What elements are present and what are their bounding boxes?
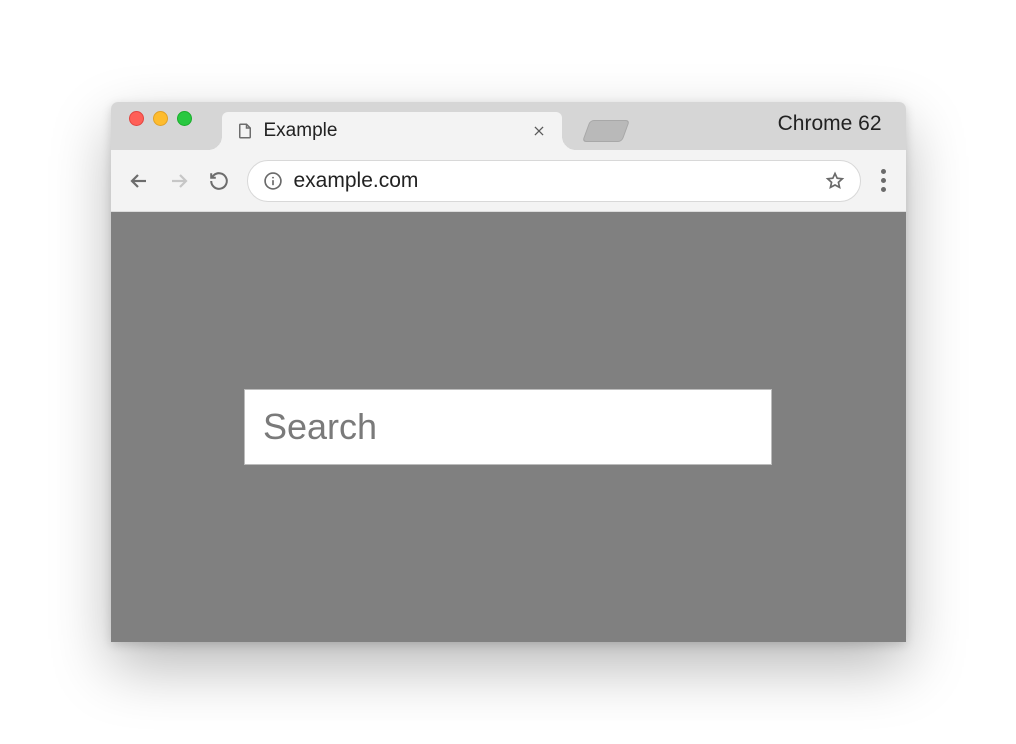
window-controls: [129, 111, 192, 126]
nav-toolbar: example.com: [111, 150, 906, 212]
page-content: [111, 212, 906, 642]
browser-window: Example Chrome 62: [111, 102, 906, 642]
menu-button[interactable]: [877, 169, 890, 192]
bookmark-button[interactable]: [824, 170, 846, 192]
window-minimize-button[interactable]: [153, 111, 168, 126]
window-maximize-button[interactable]: [177, 111, 192, 126]
close-tab-button[interactable]: [530, 122, 548, 140]
back-button[interactable]: [127, 169, 151, 193]
info-icon[interactable]: [262, 170, 284, 192]
url-text: example.com: [294, 169, 814, 193]
file-icon: [236, 122, 254, 140]
tab-bar: Example Chrome 62: [111, 102, 906, 150]
reload-button[interactable]: [207, 169, 231, 193]
tab-title: Example: [264, 120, 520, 142]
search-input[interactable]: [244, 389, 772, 465]
window-close-button[interactable]: [129, 111, 144, 126]
browser-label: Chrome 62: [778, 112, 882, 136]
address-bar[interactable]: example.com: [247, 160, 861, 202]
forward-button[interactable]: [167, 169, 191, 193]
new-tab-button[interactable]: [581, 120, 629, 142]
browser-tab[interactable]: Example: [222, 112, 562, 150]
